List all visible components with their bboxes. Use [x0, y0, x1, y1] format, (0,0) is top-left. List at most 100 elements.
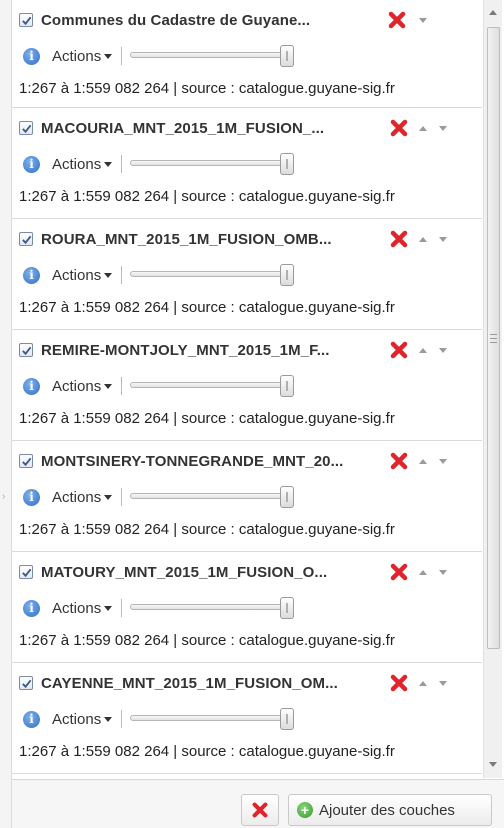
info-icon[interactable]: i	[23, 599, 40, 617]
layer-scale-source: 1:267 à 1:559 082 264 | source : catalog…	[19, 188, 395, 205]
layer-visibility-checkbox[interactable]	[19, 676, 33, 690]
scroll-down-icon[interactable]	[489, 762, 497, 767]
layer-controls: i Actions	[23, 596, 296, 620]
layer-visibility-checkbox[interactable]	[19, 454, 33, 468]
add-layers-button[interactable]: + Ajouter des couches	[288, 794, 492, 826]
scroll-up-icon[interactable]	[489, 10, 497, 15]
layer-visibility-checkbox[interactable]	[19, 121, 33, 135]
opacity-slider[interactable]	[130, 375, 296, 397]
move-up-icon[interactable]	[415, 676, 431, 690]
layer-scale-source: 1:267 à 1:559 082 264 | source : catalog…	[19, 521, 395, 538]
layer-title: ROURA_MNT_2015_1M_FUSION_OMB...	[41, 230, 332, 248]
layer-header: MONTSINERY-TONNEGRANDE_MNT_20...	[19, 450, 474, 472]
move-down-icon[interactable]	[435, 565, 451, 579]
move-down-icon[interactable]	[435, 343, 451, 357]
info-icon[interactable]: i	[23, 155, 40, 173]
actions-label: Actions	[52, 155, 102, 173]
layer-visibility-checkbox[interactable]	[19, 13, 33, 27]
layer-item: REMIRE-MONTJOLY_MNT_2015_1M_F... i Actio…	[12, 330, 482, 441]
layer-scale-source: 1:267 à 1:559 082 264 | source : catalog…	[19, 80, 395, 97]
actions-label: Actions	[52, 377, 102, 395]
opacity-slider[interactable]	[130, 153, 296, 175]
opacity-slider[interactable]	[130, 45, 296, 67]
slider-track	[130, 493, 291, 499]
info-icon[interactable]: i	[23, 488, 40, 506]
actions-menu-button[interactable]: Actions	[52, 488, 113, 506]
layer-controls: i Actions	[23, 263, 296, 287]
remove-all-layers-button[interactable]	[241, 794, 279, 826]
opacity-slider[interactable]	[130, 708, 296, 730]
move-down-icon[interactable]	[415, 13, 431, 27]
layer-item: MONTSINERY-TONNEGRANDE_MNT_20... i Actio…	[12, 441, 482, 552]
layer-controls: i Actions	[23, 707, 296, 731]
separator	[121, 266, 123, 284]
slider-thumb[interactable]	[280, 264, 295, 286]
chevron-down-icon	[104, 161, 113, 167]
actions-menu-button[interactable]: Actions	[52, 377, 113, 395]
remove-layer-icon[interactable]	[387, 10, 407, 30]
move-down-icon[interactable]	[435, 454, 451, 468]
separator	[121, 155, 123, 173]
opacity-slider[interactable]	[130, 597, 296, 619]
move-up-icon[interactable]	[415, 565, 431, 579]
remove-layer-icon[interactable]	[389, 451, 409, 471]
move-up-icon[interactable]	[415, 454, 431, 468]
move-down-icon[interactable]	[435, 232, 451, 246]
remove-layer-icon[interactable]	[389, 340, 409, 360]
grip-icon	[490, 334, 497, 343]
actions-label: Actions	[52, 488, 102, 506]
separator	[121, 377, 123, 395]
info-icon[interactable]: i	[23, 47, 40, 65]
layer-title: MATOURY_MNT_2015_1M_FUSION_O...	[41, 563, 328, 581]
slider-track	[130, 604, 291, 610]
vertical-scrollbar[interactable]	[483, 0, 502, 778]
slider-thumb[interactable]	[280, 45, 295, 67]
layer-visibility-checkbox[interactable]	[19, 232, 33, 246]
remove-layer-icon[interactable]	[389, 229, 409, 249]
layer-scale-source: 1:267 à 1:559 082 264 | source : catalog…	[19, 632, 395, 649]
opacity-slider[interactable]	[130, 486, 296, 508]
move-down-icon[interactable]	[435, 676, 451, 690]
remove-layer-icon[interactable]	[389, 118, 409, 138]
opacity-slider[interactable]	[130, 264, 296, 286]
slider-thumb[interactable]	[280, 708, 295, 730]
layer-item: ROURA_MNT_2015_1M_FUSION_OMB... i Action…	[12, 219, 482, 330]
move-down-icon[interactable]	[435, 121, 451, 135]
move-up-icon[interactable]	[415, 121, 431, 135]
actions-menu-button[interactable]: Actions	[52, 155, 113, 173]
layer-visibility-checkbox[interactable]	[19, 343, 33, 357]
remove-layer-icon[interactable]	[389, 673, 409, 693]
info-icon[interactable]: i	[23, 710, 40, 728]
actions-label: Actions	[52, 599, 102, 617]
info-icon[interactable]: i	[23, 377, 40, 395]
scrollbar-thumb[interactable]	[487, 27, 500, 649]
actions-menu-button[interactable]: Actions	[52, 599, 113, 617]
layer-controls: i Actions	[23, 152, 296, 176]
layer-list: Communes du Cadastre de Guyane... i Acti…	[12, 0, 482, 778]
chevron-down-icon	[104, 605, 113, 611]
slider-thumb[interactable]	[280, 597, 295, 619]
actions-menu-button[interactable]: Actions	[52, 266, 113, 284]
layer-header: MATOURY_MNT_2015_1M_FUSION_O...	[19, 561, 474, 583]
separator	[121, 47, 123, 65]
layer-title: CAYENNE_MNT_2015_1M_FUSION_OM...	[41, 674, 338, 692]
slider-thumb[interactable]	[280, 486, 295, 508]
move-up-icon[interactable]	[415, 232, 431, 246]
layer-item: MACOURIA_MNT_2015_1M_FUSION_... i Action…	[12, 108, 482, 219]
move-up-icon[interactable]	[415, 343, 431, 357]
separator	[121, 488, 123, 506]
layer-item: MATOURY_MNT_2015_1M_FUSION_O... i Action…	[12, 552, 482, 663]
remove-layer-icon[interactable]	[389, 562, 409, 582]
separator	[121, 710, 123, 728]
layer-header: CAYENNE_MNT_2015_1M_FUSION_OM...	[19, 672, 474, 694]
actions-menu-button[interactable]: Actions	[52, 711, 113, 728]
collapse-grip-icon[interactable]: ›	[2, 488, 7, 506]
actions-menu-button[interactable]: Actions	[52, 48, 113, 65]
slider-thumb[interactable]	[280, 375, 295, 397]
chevron-down-icon	[104, 272, 113, 278]
actions-label: Actions	[52, 266, 102, 284]
info-icon[interactable]: i	[23, 266, 40, 284]
slider-thumb[interactable]	[280, 153, 295, 175]
chevron-down-icon	[104, 383, 113, 389]
layer-visibility-checkbox[interactable]	[19, 565, 33, 579]
